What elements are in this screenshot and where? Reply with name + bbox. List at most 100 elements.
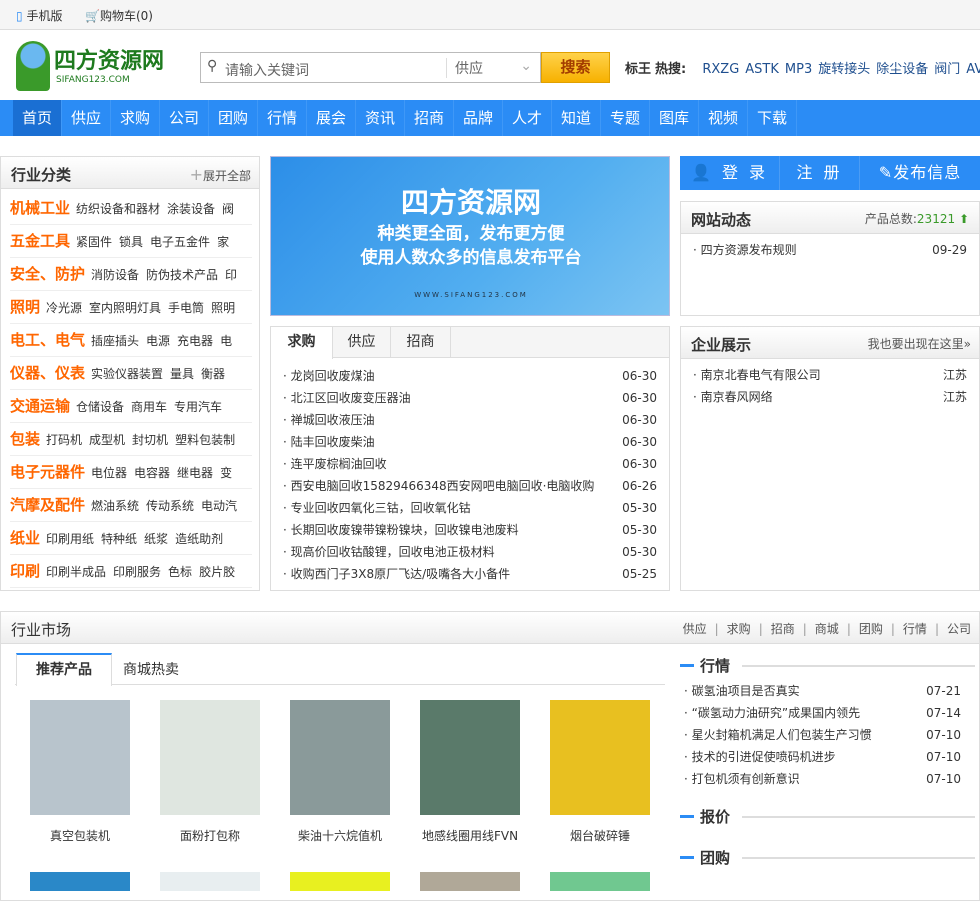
list-item[interactable]: · 北江区回收废变压器油 06-30 <box>283 387 657 409</box>
item-title[interactable]: · 西安电脑回收15829466348西安网吧电脑回收·电脑收购 <box>283 479 594 493</box>
product-card[interactable]: 面粉打包称 <box>155 700 265 844</box>
nav-item[interactable]: 品牌 <box>454 100 503 136</box>
hot-word[interactable]: AV <box>966 62 980 77</box>
category-item[interactable]: 商用车 <box>131 400 167 414</box>
list-item[interactable]: · 星火封箱机满足人们包装生产习惯 07-10 <box>684 724 961 746</box>
item-title[interactable]: · 打包机须有创新意识 <box>684 772 800 786</box>
category-item[interactable]: 电动汽 <box>201 499 237 513</box>
nav-item[interactable]: 行情 <box>258 100 307 136</box>
item-title[interactable]: · 北江区回收废变压器油 <box>283 391 411 405</box>
category-name[interactable]: 电子元器件 <box>10 463 85 481</box>
item-title[interactable]: · 星火封箱机满足人们包装生产习惯 <box>684 728 872 742</box>
tab-supply[interactable]: 供应 <box>333 327 391 358</box>
join-link[interactable]: 我也要出现在这里» <box>868 335 971 352</box>
item-title[interactable]: · 龙岗回收废煤油 <box>283 369 375 383</box>
item-title[interactable]: · 禅城回收液压油 <box>283 413 375 427</box>
category-item[interactable]: 纺织设备和器材 <box>76 202 160 216</box>
product-name[interactable]: 烟台破碎锤 <box>545 827 655 844</box>
cart-link[interactable]: 🛒购物车(0) <box>85 7 153 24</box>
category-name[interactable]: 安全、防护 <box>10 265 85 283</box>
list-item[interactable]: · 打包机须有创新意识 07-10 <box>684 768 961 790</box>
category-item[interactable]: 胶片胶 <box>199 565 235 579</box>
product-image[interactable] <box>30 700 130 815</box>
search-input[interactable]: 请输入关键词 <box>225 60 309 80</box>
login-button[interactable]: 👤 登 录 <box>680 156 780 190</box>
list-item[interactable]: · 收购西门子3X8原厂飞达/吸嘴各大小备件 05-25 <box>283 563 657 585</box>
item-title[interactable]: · 技术的引进促使喷码机进步 <box>684 750 836 764</box>
market-link[interactable]: 招商 <box>771 622 795 636</box>
category-item[interactable]: 印刷半成品 <box>46 565 106 579</box>
category-item[interactable]: 印刷用纸 <box>46 532 94 546</box>
product-name[interactable]: 柴油十六烷值机 <box>285 827 395 844</box>
list-item[interactable]: · 禅城回收液压油 06-30 <box>283 409 657 431</box>
product-image[interactable] <box>290 872 390 891</box>
item-title[interactable]: · 陆丰回收废柴油 <box>283 435 375 449</box>
product-card[interactable]: 烟台破碎锤 <box>545 700 655 844</box>
list-item[interactable]: · 技术的引进促使喷码机进步 07-10 <box>684 746 961 768</box>
list-item[interactable]: · 南京北春电气有限公司 江苏 <box>693 364 967 386</box>
product-image[interactable] <box>160 872 260 891</box>
market-link[interactable]: 商城 <box>815 622 839 636</box>
market-link[interactable]: 行情 <box>903 622 927 636</box>
nav-item[interactable]: 公司 <box>160 100 209 136</box>
product-image[interactable] <box>420 872 520 891</box>
category-item[interactable]: 插座插头 <box>91 334 139 348</box>
category-name[interactable]: 汽摩及配件 <box>10 496 85 514</box>
category-item[interactable]: 纸浆 <box>144 532 168 546</box>
category-item[interactable]: 电 <box>220 334 232 348</box>
category-item[interactable]: 阀 <box>222 202 234 216</box>
category-name[interactable]: 包装 <box>10 430 40 448</box>
item-title[interactable]: · 专业回收四氧化三钴，回收氧化钴 <box>283 501 471 515</box>
product-image[interactable] <box>160 700 260 815</box>
category-item[interactable]: 印刷服务 <box>113 565 161 579</box>
banner[interactable]: 四方资源网 种类更全面，发布更方便 使用人数众多的信息发布平台 WWW.SIFA… <box>270 156 670 316</box>
category-item[interactable]: 造纸助剂 <box>175 532 223 546</box>
list-item[interactable]: · 连平废棕榈油回收 06-30 <box>283 453 657 475</box>
category-item[interactable]: 手电筒 <box>168 301 204 315</box>
category-item[interactable]: 涂装设备 <box>167 202 215 216</box>
category-item[interactable]: 衡器 <box>201 367 225 381</box>
category-item[interactable]: 专用汽车 <box>174 400 222 414</box>
list-item[interactable]: · 四方资源发布规则 09-29 <box>693 239 967 261</box>
hot-word[interactable]: 除尘设备 <box>876 62 928 77</box>
category-item[interactable]: 塑料包装制 <box>175 433 235 447</box>
product-card[interactable]: 真空包装机 <box>25 700 135 844</box>
nav-item[interactable]: 知道 <box>552 100 601 136</box>
list-item[interactable]: · 现高价回收钴酸锂，回收电池正极材料 05-30 <box>283 541 657 563</box>
publish-button[interactable]: ✎发布信息 <box>860 156 980 190</box>
category-name[interactable]: 交通运输 <box>10 397 70 415</box>
category-item[interactable]: 电子五金件 <box>150 235 210 249</box>
category-name[interactable]: 机械工业 <box>10 199 70 217</box>
category-item[interactable]: 燃油系统 <box>91 499 139 513</box>
category-item[interactable]: 印 <box>225 268 237 282</box>
nav-item[interactable]: 图库 <box>650 100 699 136</box>
item-title[interactable]: · 南京北春电气有限公司 <box>693 368 821 382</box>
hot-word[interactable]: 旋转接头 <box>818 62 870 77</box>
item-title[interactable]: · 长期回收废镍带镍粉镍块，回收镍电池废料 <box>283 523 519 537</box>
register-button[interactable]: 注 册 <box>780 156 860 190</box>
product-card[interactable]: 地感线圈用线FVN <box>415 700 525 844</box>
hot-word[interactable]: ASTK <box>745 62 779 77</box>
market-link[interactable]: 求购 <box>727 622 751 636</box>
category-name[interactable]: 照明 <box>10 298 40 316</box>
category-item[interactable]: 量具 <box>170 367 194 381</box>
list-item[interactable]: · 西安电脑回收15829466348西安网吧电脑回收·电脑收购 06-26 <box>283 475 657 497</box>
category-item[interactable]: 照明 <box>211 301 235 315</box>
category-name[interactable]: 仪器、仪表 <box>10 364 85 382</box>
item-title[interactable]: · 收购西门子3X8原厂飞达/吸嘴各大小备件 <box>283 567 510 581</box>
nav-item[interactable]: 资讯 <box>356 100 405 136</box>
list-item[interactable]: · 碳氢油项目是否真实 07-21 <box>684 680 961 702</box>
category-item[interactable]: 仓储设备 <box>76 400 124 414</box>
nav-item[interactable]: 专题 <box>601 100 650 136</box>
category-item[interactable]: 变 <box>220 466 232 480</box>
category-item[interactable]: 传动系统 <box>146 499 194 513</box>
list-item[interactable]: · “碳氢动力油研究”成果国内领先 07-14 <box>684 702 961 724</box>
category-name[interactable]: 五金工具 <box>10 232 70 250</box>
nav-item[interactable]: 供应 <box>62 100 111 136</box>
category-item[interactable]: 家 <box>217 235 229 249</box>
category-item[interactable]: 防伪技术产品 <box>146 268 218 282</box>
nav-item[interactable]: 下载 <box>748 100 797 136</box>
expand-all-button[interactable]: +展开全部 <box>190 165 251 184</box>
nav-item[interactable]: 展会 <box>307 100 356 136</box>
category-item[interactable]: 特种纸 <box>101 532 137 546</box>
